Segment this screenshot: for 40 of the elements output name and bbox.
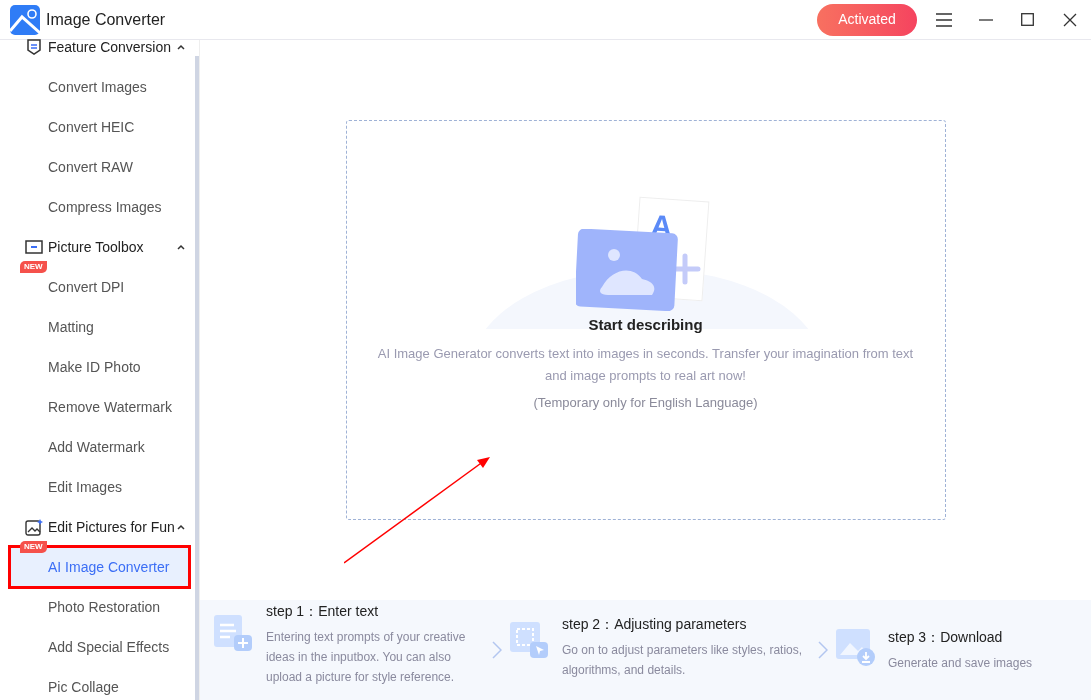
chevron-icon[interactable] (177, 524, 185, 530)
drop-area-description: AI Image Generator converts text into images in seconds. Transfer your imagination from text and image prompts to real art now! (376, 344, 915, 385)
chevron-icon[interactable] (177, 244, 185, 250)
picture-sparkle-icon (25, 518, 43, 536)
chevron-right-icon (818, 641, 828, 659)
new-badge: NEW (20, 541, 47, 553)
image-download-icon (834, 627, 878, 667)
sidebar-item[interactable]: Add Special Effects (10, 627, 189, 667)
drop-area-title: Start describing (588, 315, 703, 335)
sidebar-item[interactable]: Pic Collage (10, 667, 189, 700)
sidebar-item[interactable]: Add Watermark (10, 427, 189, 467)
chevron-right-icon (492, 641, 502, 659)
menu-icon[interactable] (936, 12, 952, 27)
step-description: Generate and save images (888, 655, 1034, 672)
sidebar-item[interactable]: Make ID Photo (10, 347, 189, 387)
window-title: Image Converter (46, 9, 166, 30)
step-description: Entering text prompts of your creative ideas in the inputbox. You can also upload a picture for style reference. (266, 629, 467, 686)
sidebar-group-title[interactable]: Feature Conversion (48, 36, 177, 58)
chevron-icon[interactable] (177, 44, 185, 50)
step-title: step 1：Enter text (266, 602, 380, 621)
close-icon[interactable] (1063, 12, 1077, 27)
app-logo-icon (10, 4, 40, 35)
sidebar-item[interactable]: Remove Watermark (10, 387, 189, 427)
sidebar-item[interactable]: Matting (10, 307, 189, 347)
sidebar-item[interactable]: Edit Images (10, 467, 189, 507)
step-title: step 3：Download (888, 628, 1004, 647)
sidebar-item[interactable]: Convert RAW (10, 147, 189, 187)
frame-icon (25, 240, 43, 254)
new-badge: NEW (20, 261, 47, 273)
maximize-icon[interactable] (1021, 13, 1034, 26)
sidebar-item[interactable]: Convert Images (10, 67, 189, 107)
drop-area-note: (Temporary only for English Language) (533, 393, 758, 412)
sidebar-item[interactable]: Compress Images (10, 187, 189, 227)
sidebar-group-title[interactable]: Edit Pictures for Fun (48, 516, 177, 538)
sidebar-item[interactable]: Convert HEIC (10, 107, 189, 147)
sidebar-group-title[interactable]: Picture Toolbox (48, 236, 177, 258)
minimize-icon[interactable] (979, 18, 993, 21)
step-description: Go on to adjust parameters like styles, ratios, algorithms, and details. (562, 642, 804, 679)
step-title: step 2：Adjusting parameters (562, 615, 748, 634)
sidebar-item[interactable]: Photo Restoration (10, 587, 189, 627)
